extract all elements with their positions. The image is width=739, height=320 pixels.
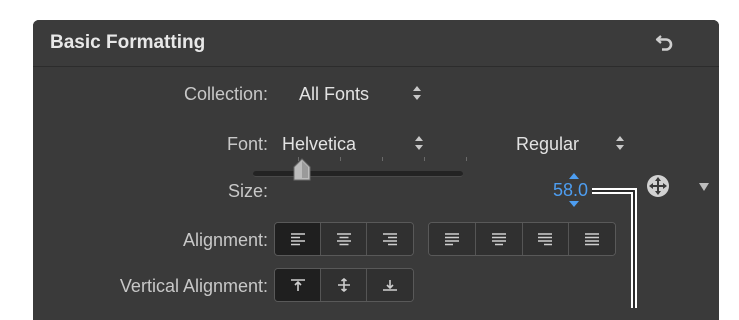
justify-center-button[interactable] <box>475 223 523 255</box>
justify-left-icon <box>444 233 459 246</box>
align-center-icon <box>336 233 351 246</box>
align-left-button[interactable] <box>275 223 321 255</box>
align-bottom-button[interactable] <box>367 269 413 301</box>
align-top-button[interactable] <box>275 269 321 301</box>
justify-full-icon <box>585 233 600 246</box>
chevron-down-icon[interactable] <box>698 182 710 192</box>
slider-tick <box>466 157 467 161</box>
collection-updown-icon[interactable] <box>412 85 422 101</box>
align-left-icon <box>290 233 305 246</box>
align-middle-button[interactable] <box>321 269 367 301</box>
justify-right-icon <box>538 233 553 246</box>
align-bottom-icon <box>383 280 397 291</box>
size-slider-knob[interactable] <box>292 158 312 182</box>
align-top-icon <box>290 279 305 291</box>
collection-popup[interactable]: All Fonts <box>299 84 369 105</box>
slider-tick <box>382 157 383 161</box>
font-label: Font: <box>226 134 268 154</box>
font-family-updown-icon[interactable] <box>414 135 424 151</box>
reset-icon[interactable] <box>653 30 677 54</box>
font-style-updown-icon[interactable] <box>615 135 625 151</box>
align-right-icon <box>383 233 397 246</box>
section-header: Basic Formatting <box>33 20 719 67</box>
align-right-button[interactable] <box>367 223 413 255</box>
justify-right-button[interactable] <box>522 223 570 255</box>
justify-center-icon <box>491 233 506 246</box>
font-family-popup[interactable]: Helvetica <box>282 134 356 155</box>
vertical-alignment-label: Vertical Alignment: <box>119 276 268 296</box>
size-slider[interactable] <box>253 171 463 177</box>
justify-group <box>428 222 616 256</box>
slider-tick <box>340 157 341 161</box>
section-title: Basic Formatting <box>50 32 206 53</box>
alignment-group <box>274 222 414 256</box>
collection-label: Collection: <box>183 84 268 104</box>
justify-full-button[interactable] <box>569 223 615 255</box>
vertical-alignment-group <box>274 268 414 302</box>
align-middle-icon <box>337 278 350 292</box>
slider-tick <box>424 157 425 161</box>
size-value-field[interactable]: 58.0 <box>553 180 588 201</box>
align-center-button[interactable] <box>321 223 367 255</box>
justify-left-button[interactable] <box>429 223 476 255</box>
font-style-popup[interactable]: Regular <box>516 134 579 155</box>
move-icon[interactable] <box>646 174 670 198</box>
size-label: Size: <box>227 181 268 201</box>
alignment-label: Alignment: <box>182 230 268 250</box>
